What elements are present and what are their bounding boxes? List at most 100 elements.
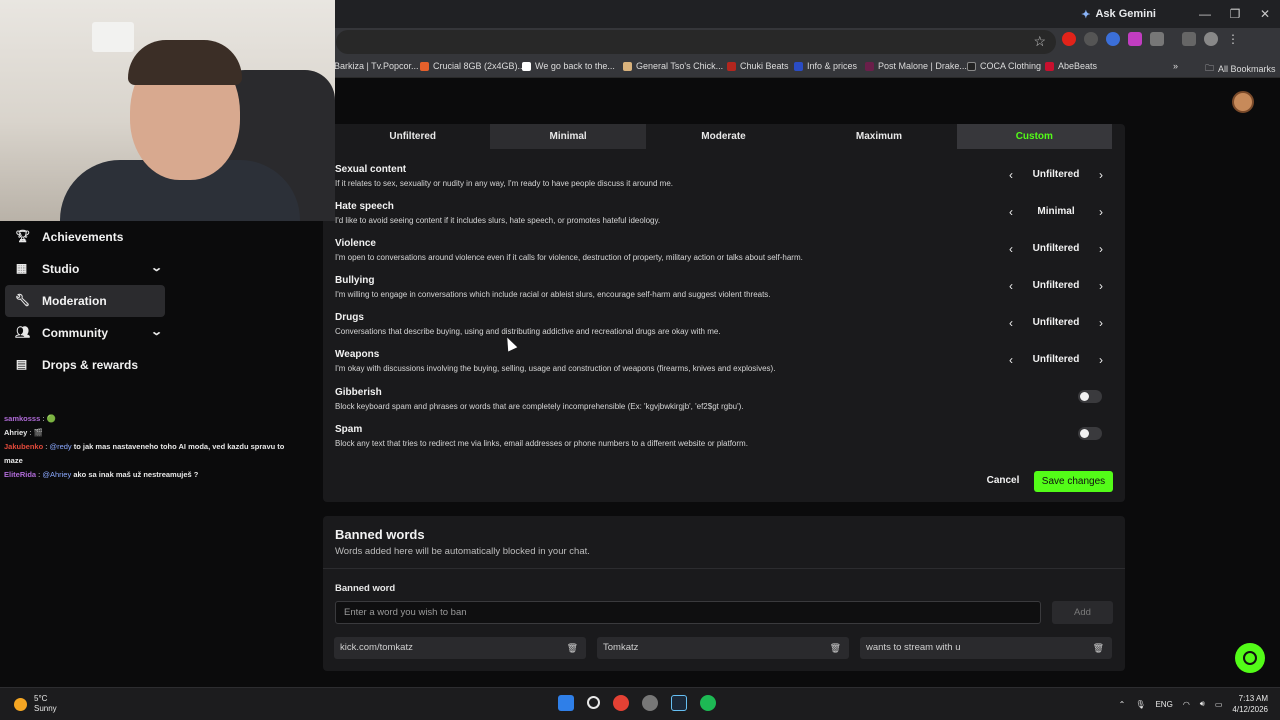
- banned-word-chip: Tomkatz 🗑︎: [597, 637, 849, 659]
- bookmark-favicon: [865, 61, 874, 71]
- level-option-custom[interactable]: Custom: [956, 124, 1113, 149]
- chevron-right-icon[interactable]: ›: [1094, 168, 1108, 182]
- bookmark-favicon: [967, 61, 976, 71]
- cancel-button[interactable]: Cancel: [978, 471, 1028, 491]
- sun-icon: [14, 697, 27, 711]
- webcam-person-hair: [128, 40, 242, 85]
- banned-word-label: Banned word: [335, 583, 396, 594]
- spam-toggle[interactable]: [1078, 427, 1102, 440]
- bookmark-item[interactable]: AbeBeats: [1045, 61, 1097, 71]
- minimize-icon[interactable]: —: [1190, 7, 1220, 21]
- battery-icon[interactable]: ▭: [1215, 700, 1223, 709]
- system-tray: ⌃ 🎙︎ ENG ◠ 🔊︎ ▭ 7:13 AM 4/12/2026: [1119, 693, 1268, 715]
- kebab-menu-icon[interactable]: ⋮: [1226, 32, 1240, 46]
- toggle-knob: [1080, 429, 1089, 438]
- close-icon[interactable]: ✕: [1250, 7, 1280, 21]
- chevron-left-icon[interactable]: ‹: [1004, 242, 1018, 256]
- chrome-icon[interactable]: [613, 695, 629, 711]
- bookmark-item[interactable]: General Tso's Chick...: [623, 61, 723, 71]
- add-word-button[interactable]: Add: [1052, 601, 1113, 624]
- gibberish-toggle[interactable]: [1078, 390, 1102, 403]
- rule-spam: Spam Block any text that tries to redire…: [335, 424, 1112, 454]
- banned-words-subtitle: Words added here will be automatically b…: [335, 546, 590, 557]
- bookmark-item[interactable]: Barkiza | Tv.Popcor...: [334, 61, 419, 71]
- sidebar-item-achievements[interactable]: 🏆︎ Achievements: [5, 221, 165, 253]
- chevron-left-icon[interactable]: ‹: [1004, 353, 1018, 367]
- extensions-puzzle-icon[interactable]: [1150, 32, 1164, 46]
- chevron-right-icon[interactable]: ›: [1094, 205, 1108, 219]
- chevron-left-icon[interactable]: ‹: [1004, 205, 1018, 219]
- address-bar[interactable]: ☆: [336, 30, 1056, 54]
- level-option-maximum[interactable]: Maximum: [801, 124, 956, 149]
- folder-icon: 🗀: [1205, 63, 1215, 73]
- sidebar-item-community[interactable]: 👥︎ Community ⌄: [5, 317, 165, 349]
- chevron-left-icon[interactable]: ‹: [1004, 168, 1018, 182]
- sidebar-item-moderation[interactable]: 🔧︎ Moderation: [5, 285, 165, 317]
- filter-level-selector: Unfiltered Minimal Moderate Maximum Cust…: [335, 124, 1113, 149]
- volume-icon[interactable]: 🔊︎: [1200, 699, 1205, 709]
- bookmark-item[interactable]: Crucial 8GB (2x4GB)...: [420, 61, 525, 71]
- app-circle-icon[interactable]: [642, 695, 658, 711]
- bookmark-item[interactable]: Chuki Beats: [727, 61, 789, 71]
- level-option-moderate[interactable]: Moderate: [646, 124, 801, 149]
- bookmark-item[interactable]: Info & prices: [794, 61, 857, 71]
- weather-widget[interactable]: 5°C Sunny: [14, 694, 57, 714]
- sidebar-item-drops-rewards[interactable]: ▤ Drops & rewards: [5, 349, 165, 381]
- wifi-icon[interactable]: ◠: [1183, 700, 1190, 709]
- bookmark-item[interactable]: COCA Clothing: [967, 61, 1041, 71]
- restore-icon[interactable]: ❐: [1220, 7, 1250, 21]
- split-view-icon[interactable]: [1182, 32, 1196, 46]
- bookmark-favicon: [794, 61, 803, 71]
- chevron-down-icon[interactable]: ⌄: [150, 261, 163, 274]
- headset-icon: [1243, 651, 1257, 665]
- spotify-icon[interactable]: [700, 695, 716, 711]
- drops-icon: ▤: [15, 357, 28, 371]
- chevron-left-icon[interactable]: ‹: [1004, 316, 1018, 330]
- chevron-left-icon[interactable]: ‹: [1004, 279, 1018, 293]
- search-icon[interactable]: [587, 696, 600, 709]
- rule-sexual-content: Sexual content If it relates to sex, sex…: [335, 164, 1112, 194]
- chevron-down-icon[interactable]: ⌄: [150, 325, 163, 338]
- bookmark-item[interactable]: Post Malone | Drake...: [865, 61, 967, 71]
- extension-gray-icon[interactable]: [1084, 32, 1098, 46]
- all-bookmarks-button[interactable]: 🗀 All Bookmarks: [1205, 61, 1276, 77]
- chat-message: Jakubenko : @redy to jak mas nastaveneho…: [4, 442, 285, 465]
- chevron-right-icon[interactable]: ›: [1094, 316, 1108, 330]
- microphone-icon[interactable]: 🎙︎: [1135, 700, 1145, 709]
- extension-red-icon[interactable]: [1062, 32, 1076, 46]
- banned-word-chip: wants to stream with u 🗑︎: [860, 637, 1112, 659]
- extension-blue-icon[interactable]: [1106, 32, 1120, 46]
- steam-icon[interactable]: [671, 695, 687, 711]
- support-chat-button[interactable]: [1235, 643, 1265, 673]
- save-changes-button[interactable]: Save changes: [1034, 471, 1113, 492]
- chat-message: EliteRida : @Ahriey ako sa inak maš už n…: [4, 470, 199, 479]
- bookmark-star-icon[interactable]: ☆: [1033, 33, 1046, 50]
- language-indicator[interactable]: ENG: [1155, 700, 1172, 709]
- screen: ✦ Ask Gemini — ❐ ✕ ☆ ⋮ Barkiza | Tv.Popc…: [0, 0, 1280, 720]
- rule-level-stepper: ‹ Unfiltered ›: [1000, 238, 1112, 260]
- more-bookmarks-button[interactable]: »: [1173, 61, 1178, 71]
- profile-icon[interactable]: [1204, 32, 1218, 46]
- chevron-up-icon[interactable]: ⌃: [1119, 700, 1126, 709]
- user-avatar[interactable]: [1232, 91, 1254, 113]
- sidebar-item-studio[interactable]: ▦ Studio ⌄: [5, 253, 165, 285]
- ask-gemini-button[interactable]: ✦ Ask Gemini: [1081, 8, 1156, 21]
- windows-start-icon[interactable]: [558, 695, 574, 711]
- rule-level-stepper: ‹ Unfiltered ›: [1000, 164, 1112, 186]
- level-option-unfiltered[interactable]: Unfiltered: [335, 124, 490, 149]
- level-option-minimal[interactable]: Minimal: [490, 124, 646, 149]
- rule-hate-speech: Hate speech I'd like to avoid seeing con…: [335, 201, 1112, 231]
- banned-word-input[interactable]: [335, 601, 1041, 624]
- clock[interactable]: 7:13 AM 4/12/2026: [1232, 693, 1268, 715]
- trash-icon[interactable]: 🗑︎: [567, 637, 578, 659]
- bookmark-item[interactable]: We go back to the...: [522, 61, 615, 71]
- webcam-overlay: [0, 0, 335, 221]
- extension-purple-icon[interactable]: [1128, 32, 1142, 46]
- chevron-right-icon[interactable]: ›: [1094, 242, 1108, 256]
- chevron-right-icon[interactable]: ›: [1094, 279, 1108, 293]
- chevron-right-icon[interactable]: ›: [1094, 353, 1108, 367]
- rule-level-stepper: ‹ Unfiltered ›: [1000, 312, 1112, 334]
- divider: [323, 568, 1125, 569]
- trash-icon[interactable]: 🗑︎: [1093, 637, 1104, 659]
- trash-icon[interactable]: 🗑︎: [830, 637, 841, 659]
